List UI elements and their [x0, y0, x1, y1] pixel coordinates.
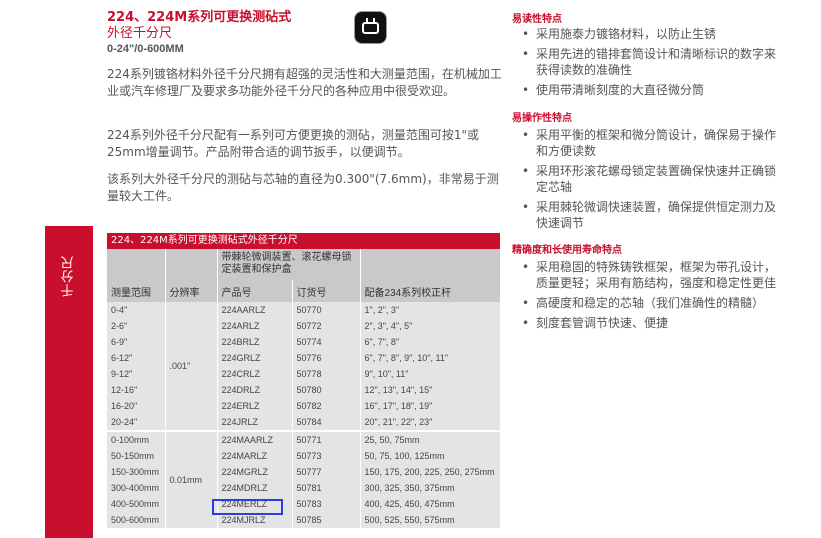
cell-order: 50781 — [291, 480, 360, 496]
list-item: 采用稳固的特殊铸铁框架，框架为带孔设计，质量更轻；采用有筋结构，强度和稳定性更佳 — [512, 259, 777, 291]
operability-title: 易操作性特点 — [512, 113, 572, 124]
list-item: 采用平衡的框架和微分筒设计，确保易于操作和方便读数 — [512, 127, 777, 159]
cell-product: 224BRLZ — [216, 334, 292, 350]
cell-order: 50770 — [291, 302, 360, 318]
cell-bars: 150, 175, 200, 225, 250, 275mm — [359, 464, 500, 480]
cell-range: 12-16" — [111, 385, 138, 395]
cell-order: 50774 — [291, 334, 360, 350]
operability-list: 采用平衡的框架和微分筒设计，确保易于操作和方便读数 采用环形滚花螺母锁定装置确保… — [512, 127, 777, 235]
header-blank — [359, 249, 500, 280]
cell-product: 224MDRLZ — [216, 480, 292, 496]
cell-product: 224MARLZ — [216, 448, 292, 464]
cell-order: 50777 — [291, 464, 360, 480]
cell-order: 50784 — [291, 414, 360, 431]
cell-bars: 20", 21", 22", 23" — [359, 414, 500, 431]
cell-product: 224GRLZ — [216, 350, 292, 366]
section-tab: 千分尺 — [45, 226, 93, 538]
cell-bars: 2", 3", 4", 5" — [359, 318, 500, 334]
cell-product: 224MAARLZ — [216, 430, 292, 448]
cell-range: 500-600mm — [111, 515, 160, 525]
cell-product: 224AARLZ — [216, 302, 292, 318]
list-item: 使用带清晰刻度的大直径微分筒 — [512, 82, 777, 98]
header-blank — [107, 249, 165, 280]
list-item: 采用施泰力镀铬材料，以防止生锈 — [512, 26, 777, 42]
cell-product: 224CRLZ — [216, 366, 292, 382]
cell-resolution: 0.01mm — [164, 430, 217, 528]
cell-range: 16-20" — [111, 401, 138, 411]
cell-order: 50772 — [291, 318, 360, 334]
cell-bars: 500, 525, 550, 575mm — [359, 512, 500, 528]
readability-title: 易读性特点 — [512, 14, 562, 25]
cell-range: 300-400mm — [111, 483, 160, 493]
list-item: 刻度套管调节快速、便捷 — [512, 315, 777, 331]
cell-bars: 6", 7", 8", 9", 10", 11" — [359, 350, 500, 366]
cell-order: 50780 — [291, 382, 360, 398]
cell-order: 50783 — [291, 496, 360, 512]
cell-order: 50773 — [291, 448, 360, 464]
cell-bars: 6", 7", 8" — [359, 334, 500, 350]
accuracy-list: 采用稳固的特殊铸铁框架，框架为带孔设计，质量更轻；采用有筋结构，强度和稳定性更佳… — [512, 259, 777, 335]
cell-bars: 50, 75, 100, 125mm — [359, 448, 500, 464]
cell-range: 0-4" — [111, 305, 128, 315]
cell-range: 6-12" — [111, 353, 133, 363]
col-header-order: 订货号 — [291, 280, 360, 302]
cell-range: 2-6" — [111, 321, 128, 331]
cell-order: 50778 — [291, 366, 360, 382]
spec-table: 带棘轮微调装置、滚花螺母锁定装置和保护盒 测量范围 分辨率 产品号 订货号 配备… — [107, 249, 500, 528]
intro-paragraph-1: 224系列镀铬材料外径千分尺拥有超强的灵活性和大测量范围，在机械加工业或汽车修理… — [107, 67, 502, 98]
cell-product: 224MGRLZ — [216, 464, 292, 480]
cell-range: 150-300mm — [111, 467, 160, 477]
list-item: 采用棘轮微调快速装置，确保提供恒定测力及快速调节 — [512, 199, 777, 231]
cell-resolution: .001" — [164, 302, 217, 431]
cell-bars: 16", 17", 18", 19" — [359, 398, 500, 414]
table-caption: 224、224M系列可更换测砧式外径千分尺 — [107, 233, 500, 249]
cell-range: 0-100mm — [107, 430, 165, 448]
list-item: 采用环形滚花螺母锁定装置确保快速并正确锁定芯轴 — [512, 163, 777, 195]
cell-bars: 1", 2", 3" — [359, 302, 500, 318]
cell-range: 6-9" — [111, 337, 128, 347]
cell-bars: 400, 425, 450, 475mm — [359, 496, 500, 512]
video-tv-icon[interactable] — [355, 12, 386, 43]
cell-product: 224MJRLZ — [216, 512, 292, 528]
product-subtitle: 外径千分尺 — [107, 26, 173, 41]
group-header: 带棘轮微调装置、滚花螺母锁定装置和保护盒 — [216, 249, 360, 280]
readability-list: 采用施泰力镀铬材料，以防止生锈 采用先进的错排套筒设计和清晰标识的数字来获得读数… — [512, 26, 777, 102]
cell-bars: 25, 50, 75mm — [359, 430, 500, 448]
section-tab-label: 千分尺 — [61, 255, 77, 297]
list-item: 高硬度和稳定的芯轴（我们准确性的精髓） — [512, 295, 777, 311]
list-item: 采用先进的错排套筒设计和清晰标识的数字来获得读数的准确性 — [512, 46, 777, 78]
cell-product: 224DRLZ — [216, 382, 292, 398]
header-blank — [164, 249, 217, 280]
cell-bars: 12", 13", 14", 15" — [359, 382, 500, 398]
cell-product: 224JRLZ — [216, 414, 292, 431]
cell-order: 50782 — [291, 398, 360, 414]
accuracy-title: 精确度和长使用寿命特点 — [512, 245, 622, 256]
cell-order: 50785 — [291, 512, 360, 528]
intro-paragraph-2: 224系列外径千分尺配有一系列可方便更换的测砧，测量范围可按1"或25mm增量调… — [107, 128, 480, 159]
cell-order: 50771 — [291, 430, 360, 448]
table-row: 0-4" .001" 224AARLZ 50770 1", 2", 3" — [107, 302, 500, 431]
measurement-range: 0-24"/0-600MM — [107, 43, 184, 55]
cell-bars: 300, 325, 350, 375mm — [359, 480, 500, 496]
col-header-resolution: 分辨率 — [164, 280, 217, 302]
cell-product: 224ERLZ — [216, 398, 292, 414]
cell-order: 50776 — [291, 350, 360, 366]
col-header-range: 测量范围 — [107, 280, 165, 302]
cell-bars: 9", 10", 11" — [359, 366, 500, 382]
table-row: 0-100mm 0.01mm 224MAARLZ 50771 25, 50, 75mm — [107, 430, 500, 528]
cell-product: 224MERLZ — [216, 496, 292, 512]
cell-product: 224ARLZ — [216, 318, 292, 334]
col-header-bars: 配备234系列校正杆 — [359, 280, 500, 302]
intro-paragraph-3: 该系列大外径千分尺的测砧与芯轴的直径为0.300"(7.6mm)，非常易于测量较… — [107, 172, 499, 203]
col-header-product: 产品号 — [216, 280, 292, 302]
cell-range: 50-150mm — [111, 451, 155, 461]
cell-range: 20-24" — [111, 417, 138, 427]
cell-range: 400-500mm — [111, 499, 160, 509]
cell-range: 9-12" — [111, 369, 133, 379]
